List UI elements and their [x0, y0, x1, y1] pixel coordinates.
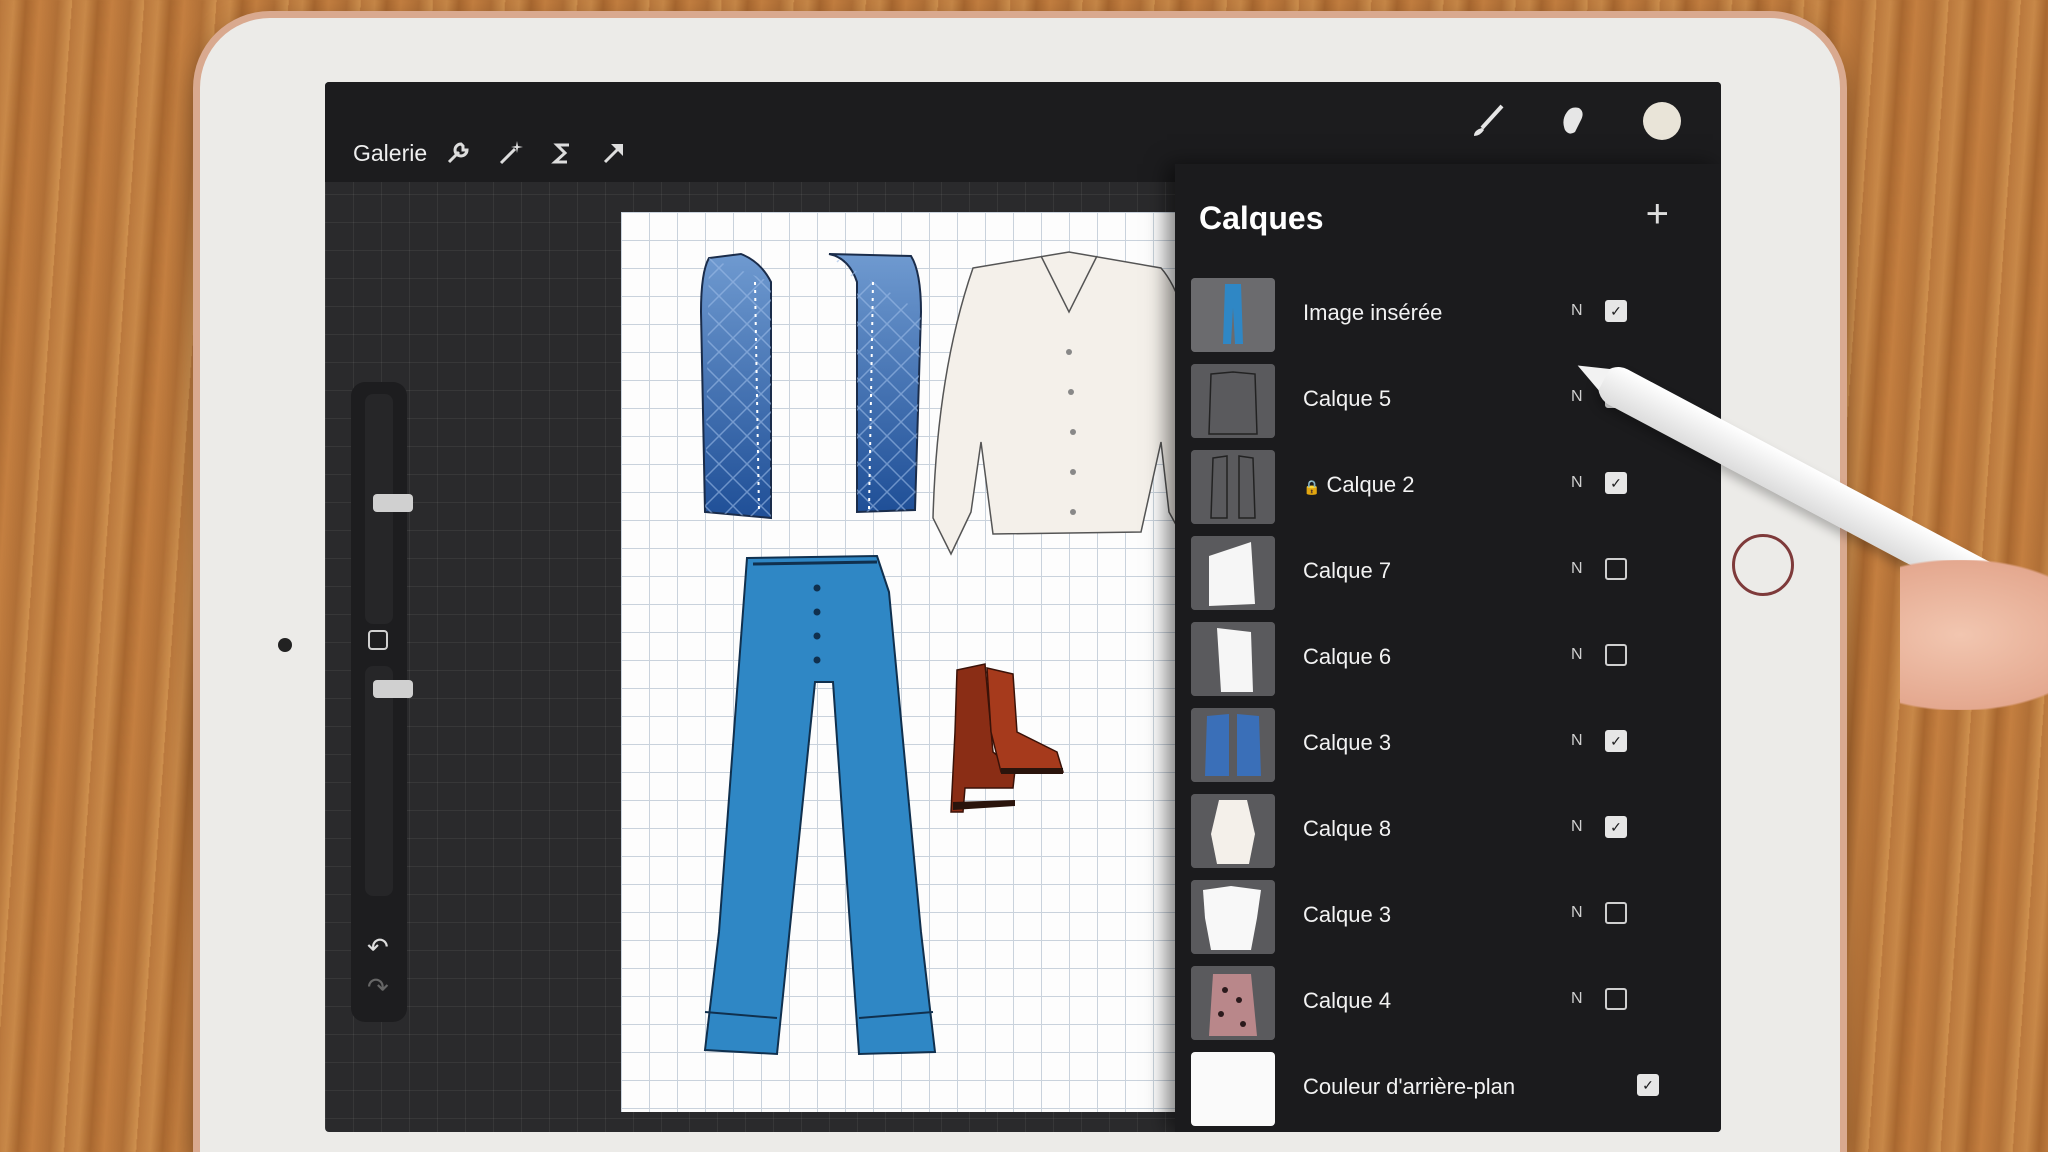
brush-size-slider[interactable]	[365, 394, 413, 624]
layer-name: 🔒 Calque 2	[1303, 472, 1415, 498]
layer-name: Calque 3	[1303, 902, 1392, 927]
layer-visibility-checkbox[interactable]: ✓	[1605, 472, 1627, 494]
layer-thumbnail	[1191, 708, 1275, 782]
layer-row[interactable]: Image insérée N ✓	[1185, 274, 1691, 356]
magic-wand-icon[interactable]	[495, 138, 525, 168]
layer-name: Calque 4	[1303, 988, 1392, 1013]
layer-name: Calque 6	[1303, 644, 1392, 669]
brush-icon[interactable]	[1468, 100, 1508, 140]
brush-size-knob[interactable]	[373, 494, 413, 512]
ipad-device: Galerie ↶ ↷ Calques + Image insérée N ✓ …	[200, 18, 1840, 1152]
add-layer-button[interactable]: +	[1646, 192, 1669, 237]
layer-row[interactable]: Calque 4 N	[1185, 962, 1691, 1044]
layer-name: Couleur d'arrière-plan	[1303, 1074, 1516, 1099]
home-button[interactable]	[1732, 534, 1794, 596]
drawing-canvas[interactable]	[621, 212, 1217, 1112]
lock-icon: 🔒	[1303, 479, 1321, 495]
layer-name: Calque 8	[1303, 816, 1392, 841]
blend-mode-button[interactable]: N	[1571, 732, 1583, 750]
wrench-icon[interactable]	[443, 138, 473, 168]
layer-thumbnail	[1191, 794, 1275, 868]
layers-panel: Calques + Image insérée N ✓ Calque 5 N ✓…	[1175, 164, 1721, 1132]
gallery-button[interactable]: Galerie	[353, 140, 427, 167]
layer-thumbnail	[1191, 536, 1275, 610]
layer-name: Calque 7	[1303, 558, 1392, 583]
front-camera	[278, 638, 292, 652]
undo-icon[interactable]: ↶	[367, 932, 389, 963]
layer-name-text: Calque 2	[1326, 472, 1415, 497]
background-color-row[interactable]: Couleur d'arrière-plan ✓	[1185, 1048, 1691, 1130]
layer-visibility-checkbox[interactable]: ✓	[1637, 1074, 1659, 1096]
layer-name: Calque 3	[1303, 730, 1392, 755]
color-swatch[interactable]	[1643, 102, 1681, 140]
procreate-screen: Galerie ↶ ↷ Calques + Image insérée N ✓ …	[325, 82, 1721, 1132]
blend-mode-button[interactable]: N	[1571, 646, 1583, 664]
layer-row[interactable]: Calque 3 N	[1185, 876, 1691, 958]
layer-thumbnail	[1191, 364, 1275, 438]
blend-mode-button[interactable]: N	[1571, 904, 1583, 922]
layer-visibility-checkbox[interactable]	[1605, 558, 1627, 580]
layer-row[interactable]: 🔒 Calque 2 N ✓	[1185, 446, 1691, 528]
layer-visibility-checkbox[interactable]	[1605, 902, 1627, 924]
layer-row[interactable]: Calque 3 N ✓	[1185, 704, 1691, 786]
layer-thumbnail	[1191, 880, 1275, 954]
hand	[1900, 560, 2048, 710]
smudge-icon[interactable]	[1553, 100, 1593, 140]
blend-mode-button[interactable]: N	[1571, 990, 1583, 1008]
layer-name: Calque 5	[1303, 386, 1392, 411]
layer-thumbnail	[1191, 966, 1275, 1040]
opacity-slider[interactable]	[365, 666, 413, 896]
blend-mode-button[interactable]: N	[1571, 818, 1583, 836]
layer-row[interactable]: Calque 6 N	[1185, 618, 1691, 700]
opacity-knob[interactable]	[373, 680, 413, 698]
transform-arrow-icon[interactable]	[599, 138, 629, 168]
white-blouse	[932, 251, 1214, 556]
blend-mode-button[interactable]: N	[1571, 474, 1583, 492]
blend-mode-button[interactable]: N	[1571, 388, 1583, 406]
layers-panel-title: Calques	[1199, 200, 1324, 236]
left-sidebar: ↶ ↷	[351, 382, 413, 1022]
layer-thumbnail	[1191, 450, 1275, 524]
layer-row[interactable]: Calque 7 N	[1185, 532, 1691, 614]
blend-mode-button[interactable]: N	[1571, 560, 1583, 578]
redo-icon[interactable]: ↷	[367, 972, 389, 1003]
brown-boots	[950, 663, 1065, 813]
layer-thumbnail	[1191, 278, 1275, 352]
fashion-sketch-illustration	[699, 251, 1214, 1056]
layer-name: Image insérée	[1303, 300, 1443, 325]
background-color-thumbnail[interactable]	[1191, 1052, 1275, 1126]
layer-row[interactable]: Calque 8 N ✓	[1185, 790, 1691, 872]
layer-visibility-checkbox[interactable]: ✓	[1605, 300, 1627, 322]
blend-mode-button[interactable]: N	[1571, 302, 1583, 320]
layer-visibility-checkbox[interactable]	[1605, 988, 1627, 1010]
modify-square-button[interactable]	[368, 630, 388, 650]
selection-s-icon[interactable]	[547, 138, 577, 168]
quilted-vest	[699, 252, 923, 520]
layer-visibility-checkbox[interactable]: ✓	[1605, 730, 1627, 752]
blue-jeans	[703, 554, 937, 1056]
layer-visibility-checkbox[interactable]: ✓	[1605, 816, 1627, 838]
layer-thumbnail	[1191, 622, 1275, 696]
layer-visibility-checkbox[interactable]	[1605, 644, 1627, 666]
